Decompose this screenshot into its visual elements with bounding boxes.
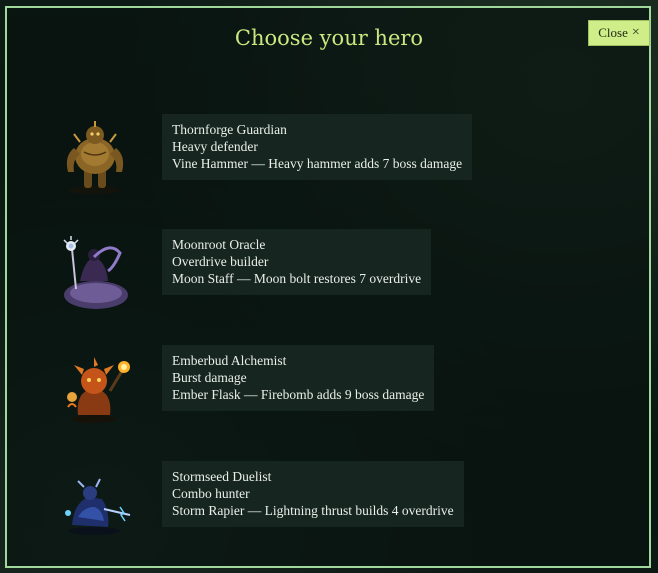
hero-card[interactable]: Moonroot Oracle Overdrive builder Moon S… <box>162 229 432 295</box>
hero-role: Heavy defender <box>172 139 258 154</box>
hero-card[interactable]: Thornforge Guardian Heavy defender Vine … <box>162 114 473 180</box>
hero-option-emberbud-alchemist[interactable]: Emberbud Alchemist Burst damage Ember Fl… <box>52 345 592 435</box>
dialog-title: Choose your hero <box>234 26 424 50</box>
hero-role: Combo hunter <box>172 486 250 501</box>
hero-option-stormseed-duelist[interactable]: Stormseed Duelist Combo hunter Storm Rap… <box>52 461 592 551</box>
thornforge-guardian-portrait-icon <box>66 121 124 194</box>
stormseed-duelist-portrait-icon <box>65 478 131 535</box>
hero-option-thornforge-guardian[interactable]: Thornforge Guardian Heavy defender Vine … <box>52 114 592 204</box>
hero-card[interactable]: Emberbud Alchemist Burst damage Ember Fl… <box>162 345 435 411</box>
close-icon: × <box>631 25 640 40</box>
emberbud-alchemist-portrait-icon <box>67 357 130 423</box>
hero-name: Thornforge Guardian <box>172 122 287 137</box>
hero-ability: Moon Staff — Moon bolt restores 7 overdr… <box>172 271 422 286</box>
moonroot-oracle-portrait-icon <box>63 236 128 309</box>
hero-ability: Vine Hammer — Heavy hammer adds 7 boss d… <box>172 156 463 171</box>
hero-name: Moonroot Oracle <box>172 237 266 252</box>
hero-name: Stormseed Duelist <box>172 469 272 484</box>
hero-role: Burst damage <box>172 370 247 385</box>
hero-role: Overdrive builder <box>172 254 269 269</box>
hero-ability: Ember Flask — Firebomb adds 9 boss damag… <box>172 387 425 402</box>
close-button[interactable]: Close × <box>588 20 650 46</box>
hero-name: Emberbud Alchemist <box>172 353 287 368</box>
hero-ability: Storm Rapier — Lightning thrust builds 4… <box>172 503 454 518</box>
hero-option-moonroot-oracle[interactable]: Moonroot Oracle Overdrive builder Moon S… <box>52 229 592 319</box>
close-button-label: Close <box>598 25 628 40</box>
hero-card[interactable]: Stormseed Duelist Combo hunter Storm Rap… <box>162 461 464 527</box>
